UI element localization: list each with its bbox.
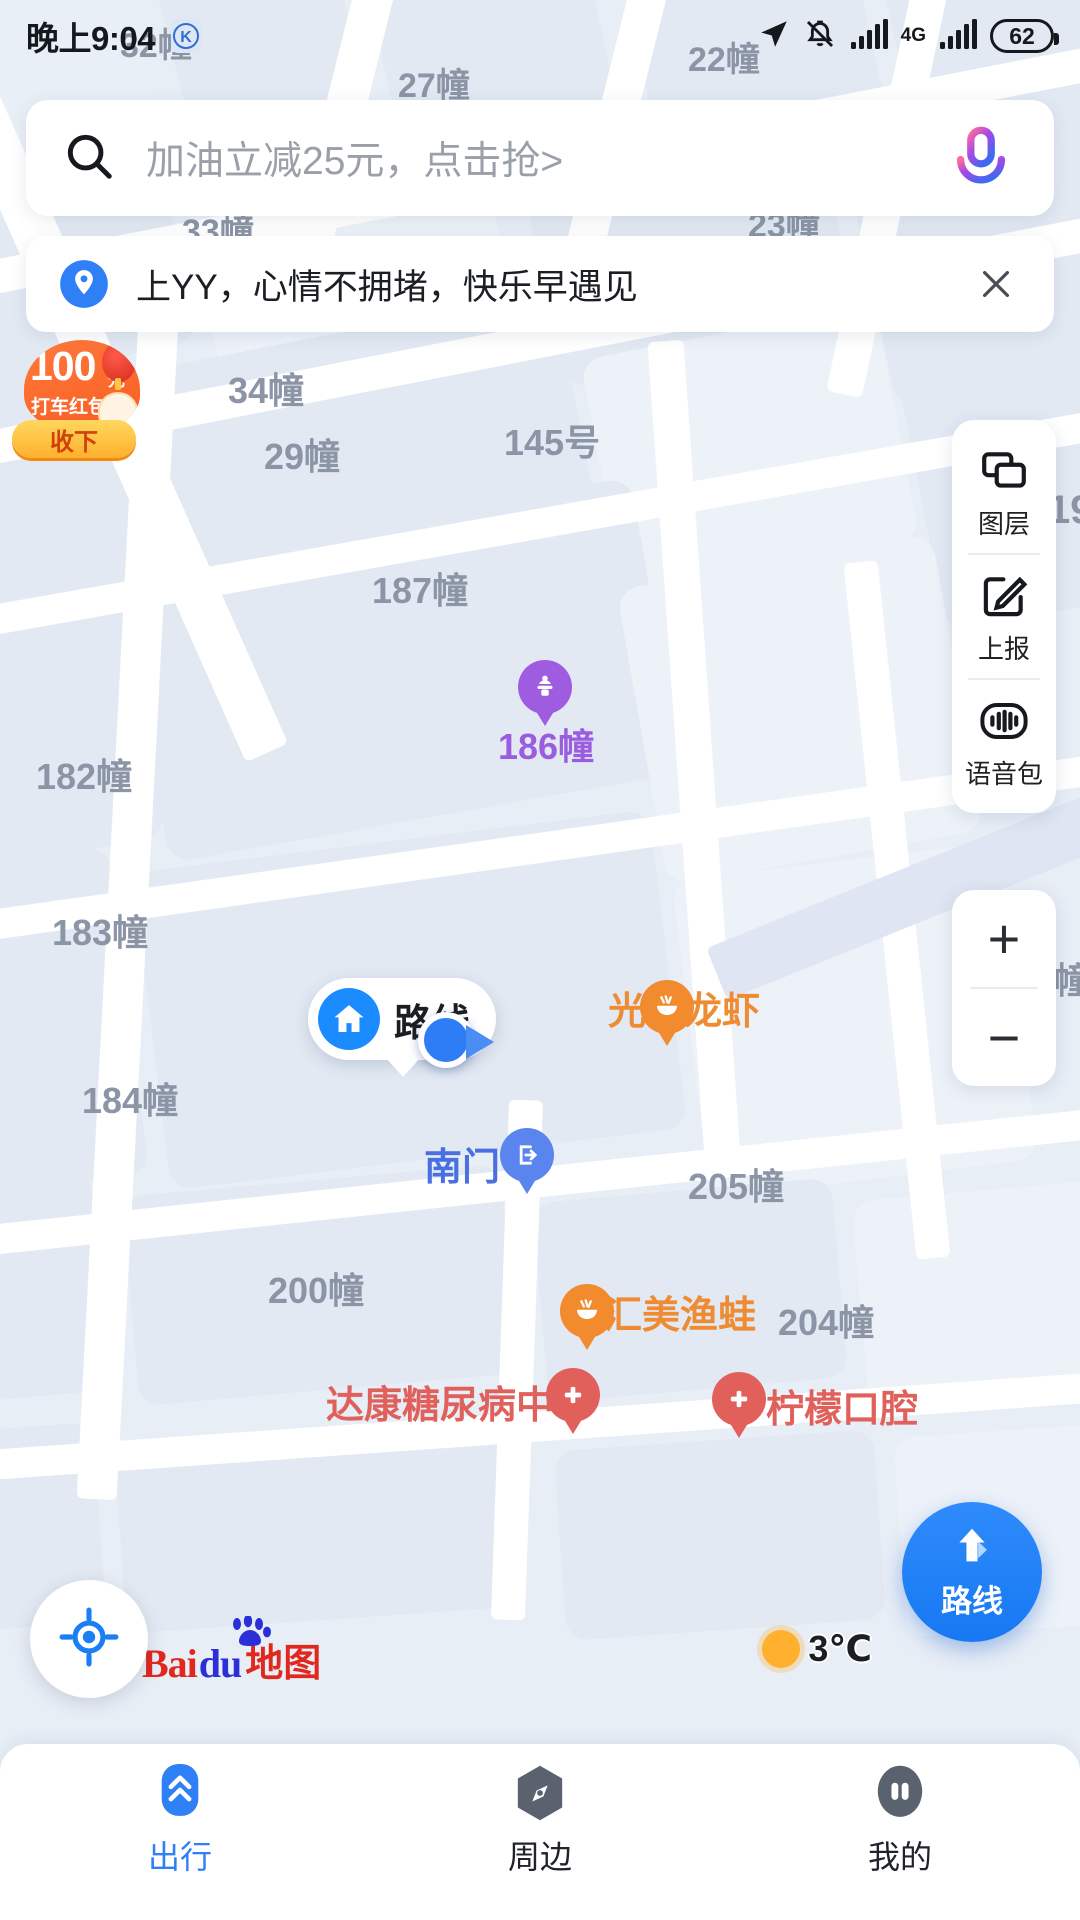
location-pin-icon — [58, 258, 110, 310]
tool-layers[interactable]: 图层 — [952, 430, 1056, 549]
map-label[interactable]: 187幢 — [372, 562, 468, 614]
map-label[interactable]: 145号 — [504, 414, 600, 466]
gate-pin[interactable] — [500, 1128, 554, 1194]
status-time: 晚上9:04 — [26, 20, 156, 57]
restaurant-pin2[interactable] — [560, 1284, 614, 1350]
route-fab-button[interactable]: 路线 — [902, 1502, 1042, 1642]
profile-icon — [871, 1762, 929, 1824]
map-label[interactable]: 汇美渔蛙 — [604, 1284, 756, 1339]
signal-bars-icon — [849, 18, 889, 55]
map-label[interactable]: 柠檬口腔 — [766, 1378, 918, 1433]
crosshair-locate-icon — [58, 1606, 120, 1673]
tool-voice-pack[interactable]: 语音包 — [952, 680, 1056, 799]
locate-button[interactable] — [30, 1580, 148, 1698]
tool-report[interactable]: 上报 — [952, 555, 1056, 674]
battery-indicator: 62 — [990, 19, 1059, 53]
nav-item-nearby[interactable]: 周边 — [360, 1762, 720, 1878]
logo-bai-text: Bai — [142, 1641, 198, 1686]
search-input[interactable]: 加油立减25元，点击抢> — [146, 130, 944, 186]
hospital-pin[interactable] — [546, 1368, 600, 1434]
baidu-paw-icon — [228, 1614, 271, 1646]
park-pin[interactable] — [518, 660, 572, 726]
red-packet-claim-button[interactable]: 收下 — [12, 420, 136, 458]
map-block — [553, 1429, 887, 1641]
zoom-panel: + − — [952, 890, 1056, 1086]
map-label[interactable]: 205幢 — [688, 1158, 784, 1210]
layers-icon — [977, 444, 1031, 498]
red-packet-amount: 100 — [30, 343, 96, 389]
network-type-label: 4G — [900, 25, 926, 46]
map-label[interactable]: 29幢 — [264, 428, 340, 480]
nav-item-nearby-label: 周边 — [507, 1839, 572, 1875]
red-packet-promo[interactable]: 100 元 打车红包 收下 — [8, 340, 140, 462]
bottom-navigation: 出行 周边 我的 — [0, 1744, 1080, 1920]
zoom-out-button[interactable]: − — [952, 989, 1056, 1086]
nav-item-profile[interactable]: 我的 — [720, 1762, 1080, 1878]
temperature-label: 3℃ — [808, 1628, 872, 1669]
restaurant-pin[interactable] — [640, 980, 694, 1046]
signal-bars-icon — [938, 18, 978, 55]
red-packet-subtitle: 打车红包 — [31, 397, 108, 418]
home-icon — [318, 988, 380, 1050]
sun-icon — [762, 1630, 801, 1668]
tool-voice-pack-label: 语音包 — [964, 759, 1043, 789]
map-label[interactable]: 184幢 — [82, 1072, 178, 1124]
chevrons-up-icon — [151, 1762, 209, 1824]
route-fab-label: 路线 — [941, 1584, 1003, 1619]
close-icon[interactable] — [970, 258, 1022, 310]
map-tool-panel: 图层 上报 语音包 — [952, 420, 1056, 813]
map-label[interactable]: 南门 — [424, 1136, 500, 1191]
nav-item-profile-label: 我的 — [867, 1839, 932, 1875]
hospital-pin2[interactable] — [712, 1372, 766, 1438]
map-label[interactable]: 34幢 — [228, 362, 304, 414]
navigation-arrow-icon — [757, 17, 791, 56]
bell-muted-icon — [803, 17, 837, 56]
kuaishou-badge-icon: K — [167, 17, 205, 55]
map-label[interactable]: 204幢 — [778, 1294, 874, 1346]
nav-item-travel[interactable]: 出行 — [0, 1762, 360, 1878]
promo-banner-text: 上YY，心情不拥堵，快乐早遇见 — [136, 267, 638, 307]
baidu-maps-app: 32幢27幢22幢33幢23幢34幢29幢145号19187幢186幢182幢1… — [0, 0, 1080, 1920]
voice-pack-icon — [977, 694, 1031, 748]
search-icon — [62, 129, 116, 188]
baidu-maps-logo: Bai du 地图 — [142, 1614, 321, 1687]
map-label[interactable]: 182幢 — [36, 748, 132, 800]
tool-report-label: 上报 — [977, 634, 1030, 664]
weather-widget[interactable]: 3℃ — [762, 1628, 872, 1670]
red-packet-body: 100 元 打车红包 — [24, 340, 140, 432]
status-bar: 晚上9:04 K 4G 62 — [0, 0, 1080, 72]
map-label[interactable]: 183幢 — [52, 904, 148, 956]
compass-icon — [511, 1762, 569, 1824]
tool-layers-label: 图层 — [977, 509, 1030, 539]
route-arrow-icon — [946, 1523, 998, 1574]
microphone-icon[interactable] — [944, 121, 1018, 195]
status-icons: 4G 62 — [757, 17, 1059, 56]
zoom-in-button[interactable]: + — [952, 890, 1056, 987]
lantern-icon — [102, 342, 136, 390]
map-label[interactable]: 幢 — [1054, 952, 1080, 1004]
nav-item-travel-label: 出行 — [147, 1839, 212, 1875]
map-label[interactable]: 200幢 — [268, 1262, 364, 1314]
svg-text:K: K — [180, 29, 192, 46]
report-edit-icon — [977, 569, 1031, 623]
my-location-dot-icon[interactable] — [418, 1012, 494, 1074]
search-bar[interactable]: 加油立减25元，点击抢> — [26, 100, 1054, 216]
promo-banner[interactable]: 上YY，心情不拥堵，快乐早遇见 — [26, 236, 1054, 332]
